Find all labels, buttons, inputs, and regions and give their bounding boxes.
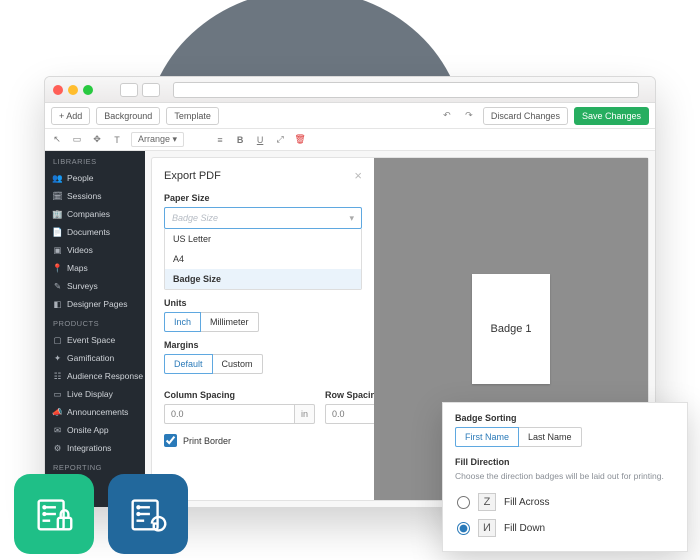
print-border-checkbox[interactable]: Print Border (164, 434, 362, 447)
paper-size-select[interactable]: Badge Size (164, 207, 362, 229)
text-icon[interactable]: T (111, 134, 123, 146)
nav-back[interactable] (120, 83, 138, 97)
nav-item-icon: ◧ (53, 300, 62, 309)
fill-down-radio[interactable]: И Fill Down (455, 515, 675, 541)
nav-item-icon: 📄 (53, 228, 62, 237)
sidebar-product-item[interactable]: ✦Gamification (45, 349, 145, 367)
format-toolbar: ↖ ▭ ✥ T Arrange ▾ ≡ B U ⤢ 🗑 (45, 129, 655, 151)
discard-button[interactable]: Discard Changes (483, 107, 568, 125)
undo-icon[interactable]: ↶ (439, 108, 455, 124)
fill-down-icon: И (478, 519, 496, 537)
sidebar-library-item[interactable]: 📄Documents (45, 223, 145, 241)
nav-item-icon: 📣 (53, 408, 62, 417)
sidebar-product-item[interactable]: ⚙Integrations (45, 439, 145, 457)
traffic-light-zoom[interactable] (83, 85, 93, 95)
nav-item-icon: ▣ (53, 246, 62, 255)
background-button[interactable]: Background (96, 107, 160, 125)
paper-size-label: Paper Size (164, 193, 362, 203)
titlebar (45, 77, 655, 103)
move-icon[interactable]: ✥ (91, 134, 103, 146)
margins-label: Margins (164, 340, 362, 350)
align-left-icon[interactable]: ≡ (214, 134, 226, 146)
badge-sorting-popover: Badge Sorting First NameLast Name Fill D… (442, 402, 688, 552)
nav-item-icon: 📍 (53, 264, 62, 273)
delete-icon[interactable]: 🗑 (294, 134, 306, 146)
modal-title: Export PDF (164, 170, 221, 182)
nav-item-icon: ☷ (53, 372, 62, 381)
sync-card-icon (108, 474, 188, 554)
paper-size-option[interactable]: US Letter (165, 229, 361, 249)
units-segmented: InchMillimeter (164, 312, 362, 332)
save-button[interactable]: Save Changes (574, 107, 649, 125)
fill-direction-description: Choose the direction badges will be laid… (455, 471, 675, 481)
nav-forward[interactable] (142, 83, 160, 97)
sidebar-library-item[interactable]: 🗓Sessions (45, 187, 145, 205)
badge-preview: Badge 1 (472, 274, 550, 384)
nav-item-icon: 👥 (53, 174, 62, 183)
resize-icon[interactable]: ⤢ (274, 134, 286, 146)
sidebar-library-item[interactable]: 👥People (45, 169, 145, 187)
nav-item-icon: ▭ (53, 390, 62, 399)
paper-size-option[interactable]: Badge Size (165, 269, 361, 289)
units-option[interactable]: Inch (164, 312, 201, 332)
fill-across-radio[interactable]: Z Fill Across (455, 489, 675, 515)
add-button[interactable]: + Add (51, 107, 90, 125)
paper-size-options: US LetterA4Badge Size (164, 229, 362, 290)
sidebar-heading-libraries: LIBRARIES (45, 151, 145, 169)
arrange-dropdown[interactable]: Arrange ▾ (131, 132, 184, 147)
col-spacing-label: Column Spacing (164, 390, 315, 400)
sidebar-library-item[interactable]: 🏢Companies (45, 205, 145, 223)
col-spacing-input[interactable] (164, 404, 295, 424)
units-label: Units (164, 298, 362, 308)
row-spacing-label: Row Spacing (325, 390, 374, 400)
sidebar-library-item[interactable]: ▣Videos (45, 241, 145, 259)
close-icon[interactable]: × (354, 168, 362, 183)
nav-item-icon: ▢ (53, 336, 62, 345)
cursor-icon[interactable]: ↖ (51, 134, 63, 146)
sidebar-product-item[interactable]: ▭Live Display (45, 385, 145, 403)
redo-icon[interactable]: ↷ (461, 108, 477, 124)
sidebar: LIBRARIES 👥People🗓Sessions🏢Companies📄Doc… (45, 151, 145, 507)
margins-option[interactable]: Default (164, 354, 213, 374)
sidebar-library-item[interactable]: ✎Surveys (45, 277, 145, 295)
rect-icon[interactable]: ▭ (71, 134, 83, 146)
margins-option[interactable]: Custom (213, 354, 263, 374)
sidebar-library-item[interactable]: ◧Designer Pages (45, 295, 145, 313)
nav-item-icon: ✎ (53, 282, 62, 291)
col-spacing-unit: in (295, 404, 315, 424)
underline-icon[interactable]: U (254, 134, 266, 146)
nav-item-icon: ✦ (53, 354, 62, 363)
sidebar-product-item[interactable]: ▢Event Space (45, 331, 145, 349)
template-button[interactable]: Template (166, 107, 219, 125)
url-bar[interactable] (173, 82, 639, 98)
sidebar-product-item[interactable]: 📣Announcements (45, 403, 145, 421)
row-spacing-input[interactable] (325, 404, 374, 424)
badge-sorting-label: Badge Sorting (455, 413, 675, 423)
units-option[interactable]: Millimeter (201, 312, 259, 332)
appbar: + Add Background Template ↶ ↷ Discard Ch… (45, 103, 655, 129)
nav-item-icon: 🏢 (53, 210, 62, 219)
nav-item-icon: 🗓 (53, 192, 62, 201)
badge-sorting-option[interactable]: First Name (455, 427, 519, 447)
nav-item-icon: ✉ (53, 426, 62, 435)
sidebar-product-item[interactable]: ✉Onsite App (45, 421, 145, 439)
nav-item-icon: ⚙ (53, 444, 62, 453)
margins-segmented: DefaultCustom (164, 354, 362, 374)
sidebar-heading-reporting: REPORTING (45, 457, 145, 475)
fill-direction-label: Fill Direction (455, 457, 675, 467)
traffic-light-close[interactable] (53, 85, 63, 95)
sidebar-library-item[interactable]: 📍Maps (45, 259, 145, 277)
badge-sorting-segmented: First NameLast Name (455, 427, 675, 447)
secure-lock-card-icon (14, 474, 94, 554)
sidebar-heading-products: PRODUCTS (45, 313, 145, 331)
traffic-light-min[interactable] (68, 85, 78, 95)
paper-size-option[interactable]: A4 (165, 249, 361, 269)
bold-icon[interactable]: B (234, 134, 246, 146)
sidebar-product-item[interactable]: ☷Audience Response (45, 367, 145, 385)
fill-across-icon: Z (478, 493, 496, 511)
badge-sorting-option[interactable]: Last Name (519, 427, 582, 447)
